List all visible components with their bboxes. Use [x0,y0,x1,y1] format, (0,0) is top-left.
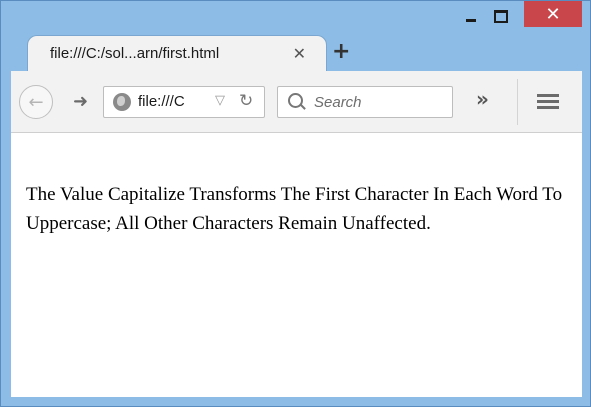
hamburger-menu-icon[interactable] [537,94,559,110]
tab-title: file:///C:/sol...arn/first.html [50,45,220,62]
dropdown-icon[interactable]: ▽ [215,93,225,108]
forward-button[interactable]: ➜ [73,91,88,112]
globe-icon [113,93,131,111]
page-paragraph: The Value Capitalize Transforms The Firs… [26,184,563,234]
minimize-icon [466,18,476,22]
navigation-toolbar: ← ➜ file:///C ▽ ↻ Search » [11,71,582,133]
search-placeholder: Search [314,94,362,111]
toolbar-separator [517,79,518,125]
overflow-chevron-icon[interactable]: » [476,87,489,111]
tab-close-icon[interactable]: ✕ [293,44,306,63]
reload-icon[interactable]: ↻ [239,91,253,111]
search-icon [288,93,303,108]
url-bar[interactable]: file:///C ▽ ↻ [103,86,265,118]
browser-window: ✕ file:///C:/sol...arn/first.html ✕ + ← … [0,0,591,407]
active-tab[interactable]: file:///C:/sol...arn/first.html ✕ [27,35,327,71]
search-input[interactable]: Search [277,86,453,118]
minimize-button[interactable] [456,5,486,27]
maximize-icon [494,9,508,23]
new-tab-button[interactable]: + [332,39,350,64]
close-window-button[interactable]: ✕ [524,1,582,27]
url-text[interactable]: file:///C [138,93,185,110]
back-button[interactable]: ← [19,85,53,119]
back-arrow-icon: ← [28,91,44,113]
window-controls: ✕ [456,1,582,27]
maximize-button[interactable] [486,5,516,27]
page-content: The Value Capitalize Transforms The Firs… [11,133,582,397]
